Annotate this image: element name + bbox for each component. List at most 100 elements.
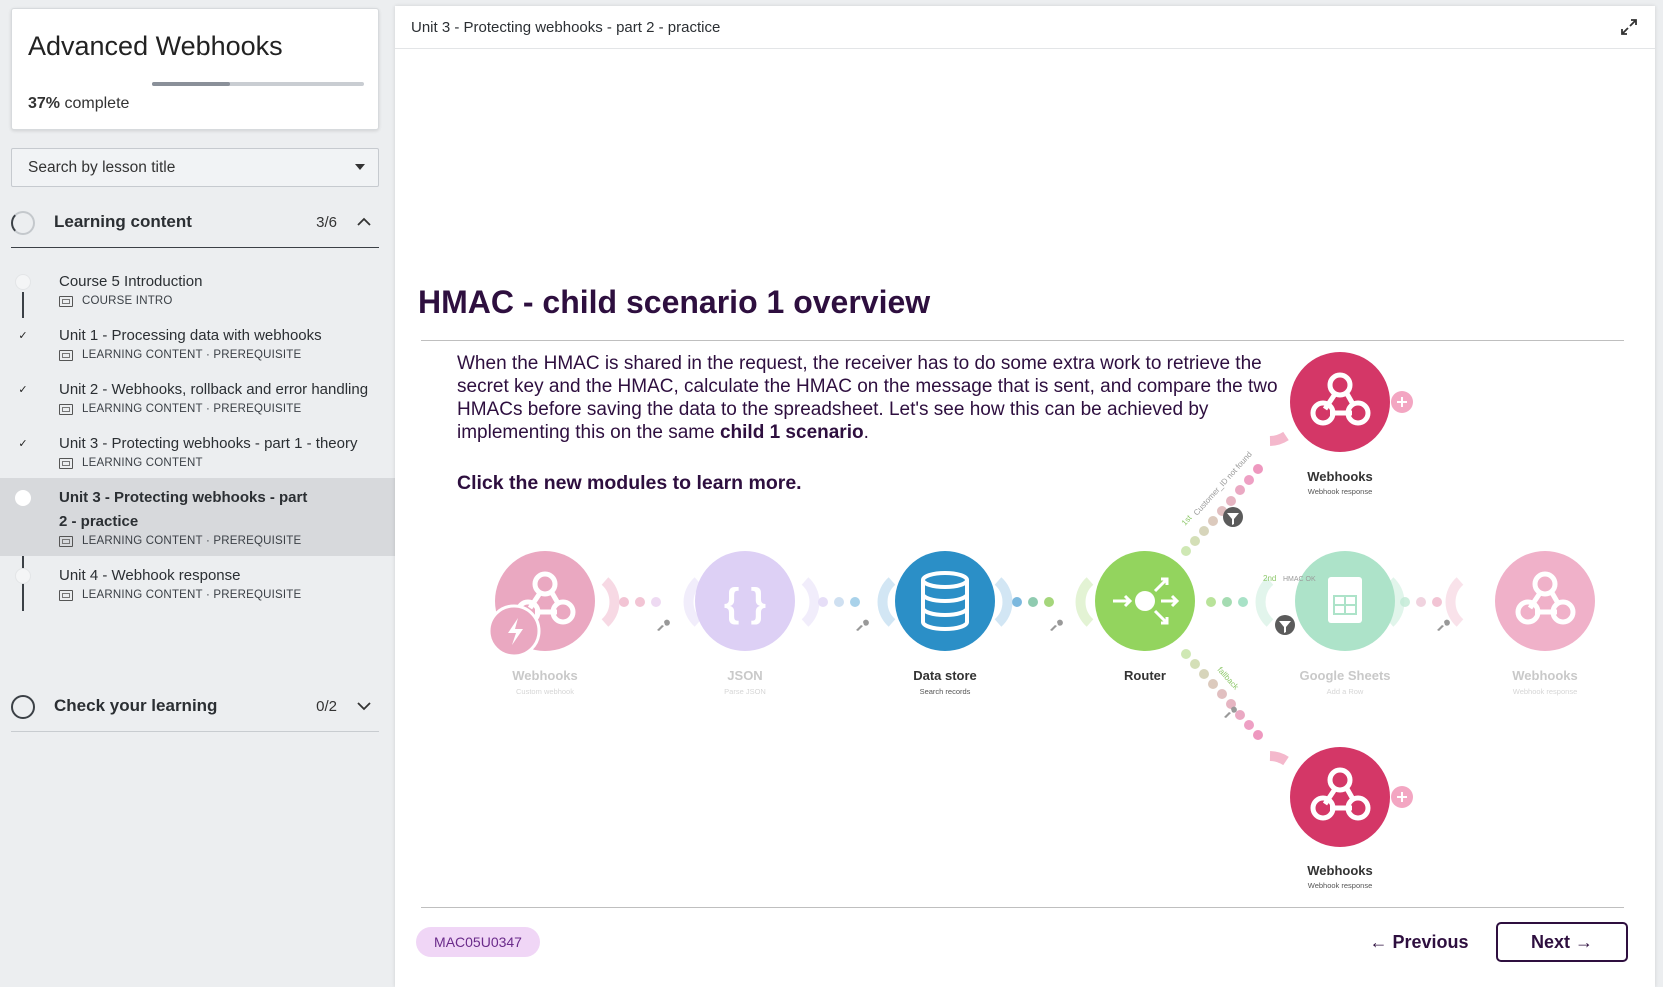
lesson-meta: COURSE INTRO [59, 295, 375, 307]
lesson-content-pane: Unit 3 - Protecting webhooks - part 2 - … [395, 6, 1655, 987]
module-sublabel: Custom webhook [516, 687, 574, 696]
lesson-item[interactable]: Unit 4 - Webhook response LEARNING CONTE… [0, 556, 395, 610]
presentation-icon [59, 589, 73, 601]
checkmark-icon: ✓ [15, 436, 31, 452]
lesson-title: Course 5 Introduction [59, 273, 203, 290]
module-json-parse[interactable]: { } JSON Parse JSON [695, 551, 795, 696]
lesson-item-current[interactable]: Unit 3 - Protecting webhooks - part 2 - … [0, 478, 395, 556]
section-count: 0/2 [316, 698, 337, 715]
previous-label: Previous [1392, 932, 1469, 952]
arrow-right-icon: → [1575, 932, 1594, 952]
module-google-sheets-add-row[interactable]: Google Sheets Add a Row [1295, 551, 1395, 696]
route-label: HMAC OK [1283, 576, 1316, 583]
section-divider [11, 731, 379, 732]
lesson-title: Unit 2 - Webhooks, rollback and error ha… [59, 381, 369, 398]
route-lower: fallback [1181, 649, 1289, 766]
lesson-code-badge: MAC05U0347 [416, 927, 540, 957]
lesson-search-placeholder: Search by lesson title [28, 159, 176, 176]
next-label: Next [1530, 932, 1570, 952]
module-label: Webhooks [1512, 668, 1578, 683]
module-label: Data store [913, 668, 977, 683]
lesson-search-select[interactable]: Search by lesson title [11, 148, 379, 187]
module-webhooks-response-upper[interactable]: Webhooks Webhook response [1290, 352, 1413, 496]
lesson-meta-text: LEARNING CONTENT · PREREQUISITE [82, 403, 302, 415]
module-sublabel: Webhook response [1308, 487, 1373, 496]
section-count: 3/6 [316, 214, 337, 231]
module-sublabel: Search records [920, 687, 971, 696]
presentation-icon [59, 403, 73, 415]
lesson-item[interactable]: Course 5 Introduction COURSE INTRO [0, 262, 395, 316]
chevron-up-icon[interactable] [357, 214, 371, 230]
previous-button[interactable]: ← Previous [1355, 922, 1483, 962]
lesson-item[interactable]: ✓ Unit 2 - Webhooks, rollback and error … [0, 370, 395, 424]
presentation-icon [59, 457, 73, 469]
arrow-left-icon: ← [1369, 932, 1388, 952]
chevron-down-icon[interactable] [357, 698, 371, 714]
lesson-meta-text: COURSE INTRO [82, 295, 173, 307]
module-router-main[interactable]: Router [1095, 551, 1195, 683]
lesson-meta-text: LEARNING CONTENT · PREREQUISITE [82, 349, 302, 361]
course-title: Advanced Webhooks [28, 31, 283, 61]
lesson-meta: LEARNING CONTENT [59, 457, 375, 469]
status-empty-icon [15, 568, 31, 584]
current-lesson-dot-icon [15, 490, 31, 506]
module-webhooks-response-faded[interactable]: Webhooks Webhook response [1495, 551, 1595, 696]
course-sidebar: Advanced Webhooks 37% complete Search by… [0, 0, 395, 987]
lesson-title: Unit 3 - Protecting webhooks - part 1 - … [59, 435, 358, 452]
module-label: Google Sheets [1299, 668, 1390, 683]
section-check-your-learning[interactable]: Check your learning 0/2 [11, 682, 379, 732]
lesson-meta: LEARNING CONTENT · PREREQUISITE [59, 349, 375, 361]
checkmark-icon: ✓ [15, 328, 31, 344]
progress-percent: 37% [28, 95, 61, 112]
course-header-card: Advanced Webhooks 37% complete [11, 8, 379, 130]
status-empty-icon [15, 274, 31, 290]
module-label: Router [1124, 668, 1166, 683]
section-divider [11, 247, 379, 248]
module-sublabel: Webhook response [1513, 687, 1578, 696]
lesson-list: Course 5 Introduction COURSE INTRO ✓ Uni… [0, 262, 395, 610]
route-upper: 1st Customer_ID not found [1180, 431, 1289, 556]
presentation-icon [59, 349, 73, 361]
section-label: Learning content [54, 212, 192, 231]
lesson-meta: LEARNING CONTENT · PREREQUISITE [59, 403, 375, 415]
lesson-meta: LEARNING CONTENT · PREREQUISITE [59, 589, 375, 601]
section-label: Check your learning [54, 696, 218, 715]
module-data-store-search[interactable]: Data store Search records [895, 551, 995, 696]
section-learning-content[interactable]: Learning content 3/6 [11, 198, 379, 248]
route-label: 2nd [1263, 574, 1276, 583]
lesson-item[interactable]: ✓ Unit 1 - Processing data with webhooks… [0, 316, 395, 370]
caret-down-icon [355, 164, 365, 170]
course-progress-bar [152, 82, 364, 86]
lesson-item[interactable]: ✓ Unit 3 - Protecting webhooks - part 1 … [0, 424, 395, 478]
module-webhooks-custom-webhook[interactable]: Webhooks Custom webhook [487, 551, 595, 696]
footer-divider [421, 907, 1624, 908]
presentation-icon [59, 535, 73, 547]
svg-text:{ }: { } [724, 581, 766, 625]
module-webhooks-response-lower[interactable]: Webhooks Webhook response [1290, 747, 1413, 890]
scenario-diagram-overlay: Webhooks Custom webhook { } JSON Parse J… [487, 352, 1595, 890]
course-intro-icon [59, 295, 73, 307]
module-label: JSON [727, 668, 762, 683]
course-progress-text: 37% complete [28, 95, 129, 113]
module-label: Webhooks [1307, 469, 1373, 484]
progress-suffix: complete [64, 95, 130, 112]
route-label: fallback [1216, 665, 1242, 692]
filter-icon[interactable] [1275, 615, 1295, 635]
lesson-meta-text: LEARNING CONTENT · PREREQUISITE [82, 589, 302, 601]
route-label: 1st [1180, 513, 1194, 528]
lesson-meta-text: LEARNING CONTENT [82, 457, 203, 469]
module-sublabel: Parse JSON [724, 687, 766, 696]
lesson-meta: LEARNING CONTENT · PREREQUISITE [59, 535, 375, 547]
course-progress-fill [152, 82, 231, 86]
lesson-title: Unit 1 - Processing data with webhooks [59, 327, 322, 344]
module-sublabel: Add a Row [1327, 687, 1364, 696]
module-label: Webhooks [512, 668, 578, 683]
checkmark-icon: ✓ [15, 382, 31, 398]
module-sublabel: Webhook response [1308, 881, 1373, 890]
module-label: Webhooks [1307, 863, 1373, 878]
section-progress-ring-icon [11, 211, 35, 235]
lesson-title: Unit 4 - Webhook response [59, 567, 241, 584]
next-button[interactable]: Next → [1496, 922, 1628, 962]
lesson-title: Unit 3 - Protecting webhooks - part 2 - … [59, 489, 308, 530]
section-progress-ring-icon [11, 695, 35, 719]
